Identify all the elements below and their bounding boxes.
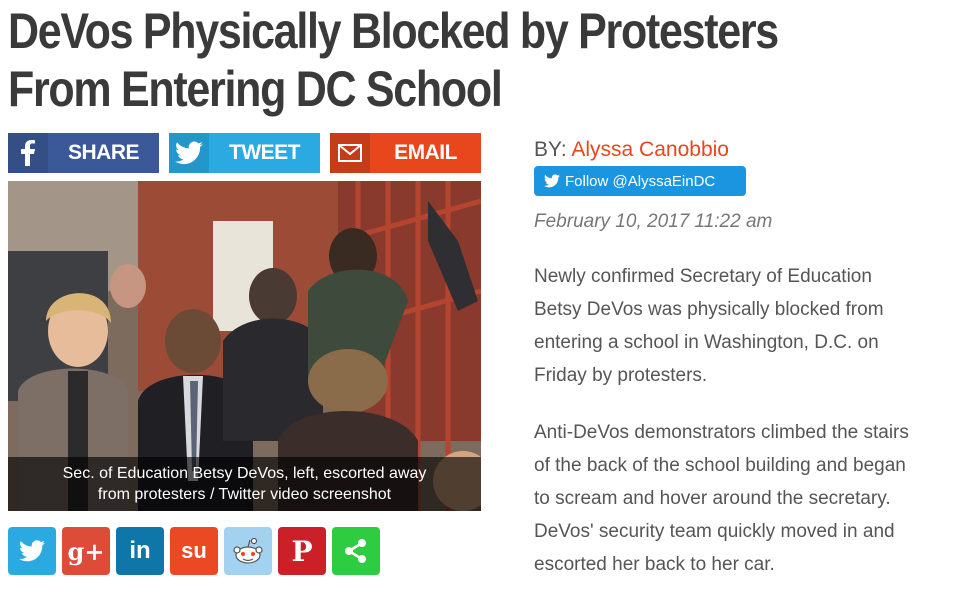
publish-date: February 10, 2017 11:22 am: [534, 211, 773, 232]
linkedin-icon: in: [129, 537, 151, 564]
stumbleupon-icon: su: [181, 538, 207, 563]
paragraph-line: Friday by protesters.: [534, 365, 708, 386]
linkedin-share-button[interactable]: in: [116, 527, 164, 575]
email-share-button[interactable]: EMAIL: [330, 133, 481, 173]
social-share-row: g+ in su P: [8, 527, 380, 575]
twitter-follow-button[interactable]: Follow @AlyssaEinDC: [534, 166, 746, 196]
twitter-icon: [19, 540, 45, 562]
article-paragraph-2: Anti-DeVos demonstrators climbed the sta…: [534, 416, 954, 581]
pinterest-share-button[interactable]: P: [278, 527, 326, 575]
paragraph-line: escorted her back to her car.: [534, 554, 775, 575]
paragraph-line: entering a school in Washington, D.C. on: [534, 332, 879, 353]
headline-line-1: DeVos Physically Blocked by Protesters: [8, 3, 779, 59]
share-icon: [345, 539, 366, 563]
paragraph-line: DeVos' security team quickly moved in an…: [534, 521, 895, 542]
photo-caption: Sec. of Education Betsy DeVos, left, esc…: [8, 457, 481, 511]
headline-line-2: From Entering DC School: [8, 61, 503, 117]
twitter-tweet-label: TWEET: [229, 141, 301, 164]
share-bar: SHARE TWEET EMAIL: [8, 133, 481, 173]
mail-icon: [330, 133, 370, 173]
pinterest-icon: P: [291, 534, 313, 568]
reddit-icon: [233, 537, 263, 564]
article-paragraph-1: Newly confirmed Secretary of Education B…: [534, 260, 954, 392]
twitter-share-button[interactable]: [8, 527, 56, 575]
twitter-icon: [544, 174, 560, 188]
byline-prefix: BY:: [534, 138, 572, 161]
twitter-icon: [169, 133, 209, 173]
paragraph-line: Anti-DeVos demonstrators climbed the sta…: [534, 422, 909, 443]
paragraph-line: Betsy DeVos was physically blocked from: [534, 299, 884, 320]
follow-label: Follow @AlyssaEinDC: [565, 172, 716, 190]
reddit-share-button[interactable]: [224, 527, 272, 575]
stumbleupon-share-button[interactable]: su: [170, 527, 218, 575]
author-link[interactable]: Alyssa Canobbio: [571, 138, 729, 161]
facebook-icon: [8, 133, 48, 173]
paragraph-line: to scream and hover around the secretary…: [534, 488, 891, 509]
caption-line-1: Sec. of Education Betsy DeVos, left, esc…: [62, 465, 427, 482]
twitter-tweet-button[interactable]: TWEET: [169, 133, 320, 173]
more-share-button[interactable]: [332, 527, 380, 575]
article-photo: Sec. of Education Betsy DeVos, left, esc…: [8, 181, 481, 511]
email-share-label: EMAIL: [394, 141, 457, 164]
google-plus-share-button[interactable]: g+: [62, 527, 110, 575]
byline: BY: Alyssa Canobbio: [534, 138, 729, 162]
caption-line-2: from protesters / Twitter video screensh…: [97, 486, 392, 503]
paragraph-line: of the back of the school building and b…: [534, 455, 906, 476]
facebook-share-label: SHARE: [67, 141, 140, 164]
facebook-share-button[interactable]: SHARE: [8, 133, 159, 173]
article-headline: DeVos Physically Blocked by Protesters F…: [8, 2, 816, 118]
google-plus-icon: g+: [67, 536, 105, 566]
paragraph-line: Newly confirmed Secretary of Education: [534, 266, 872, 287]
